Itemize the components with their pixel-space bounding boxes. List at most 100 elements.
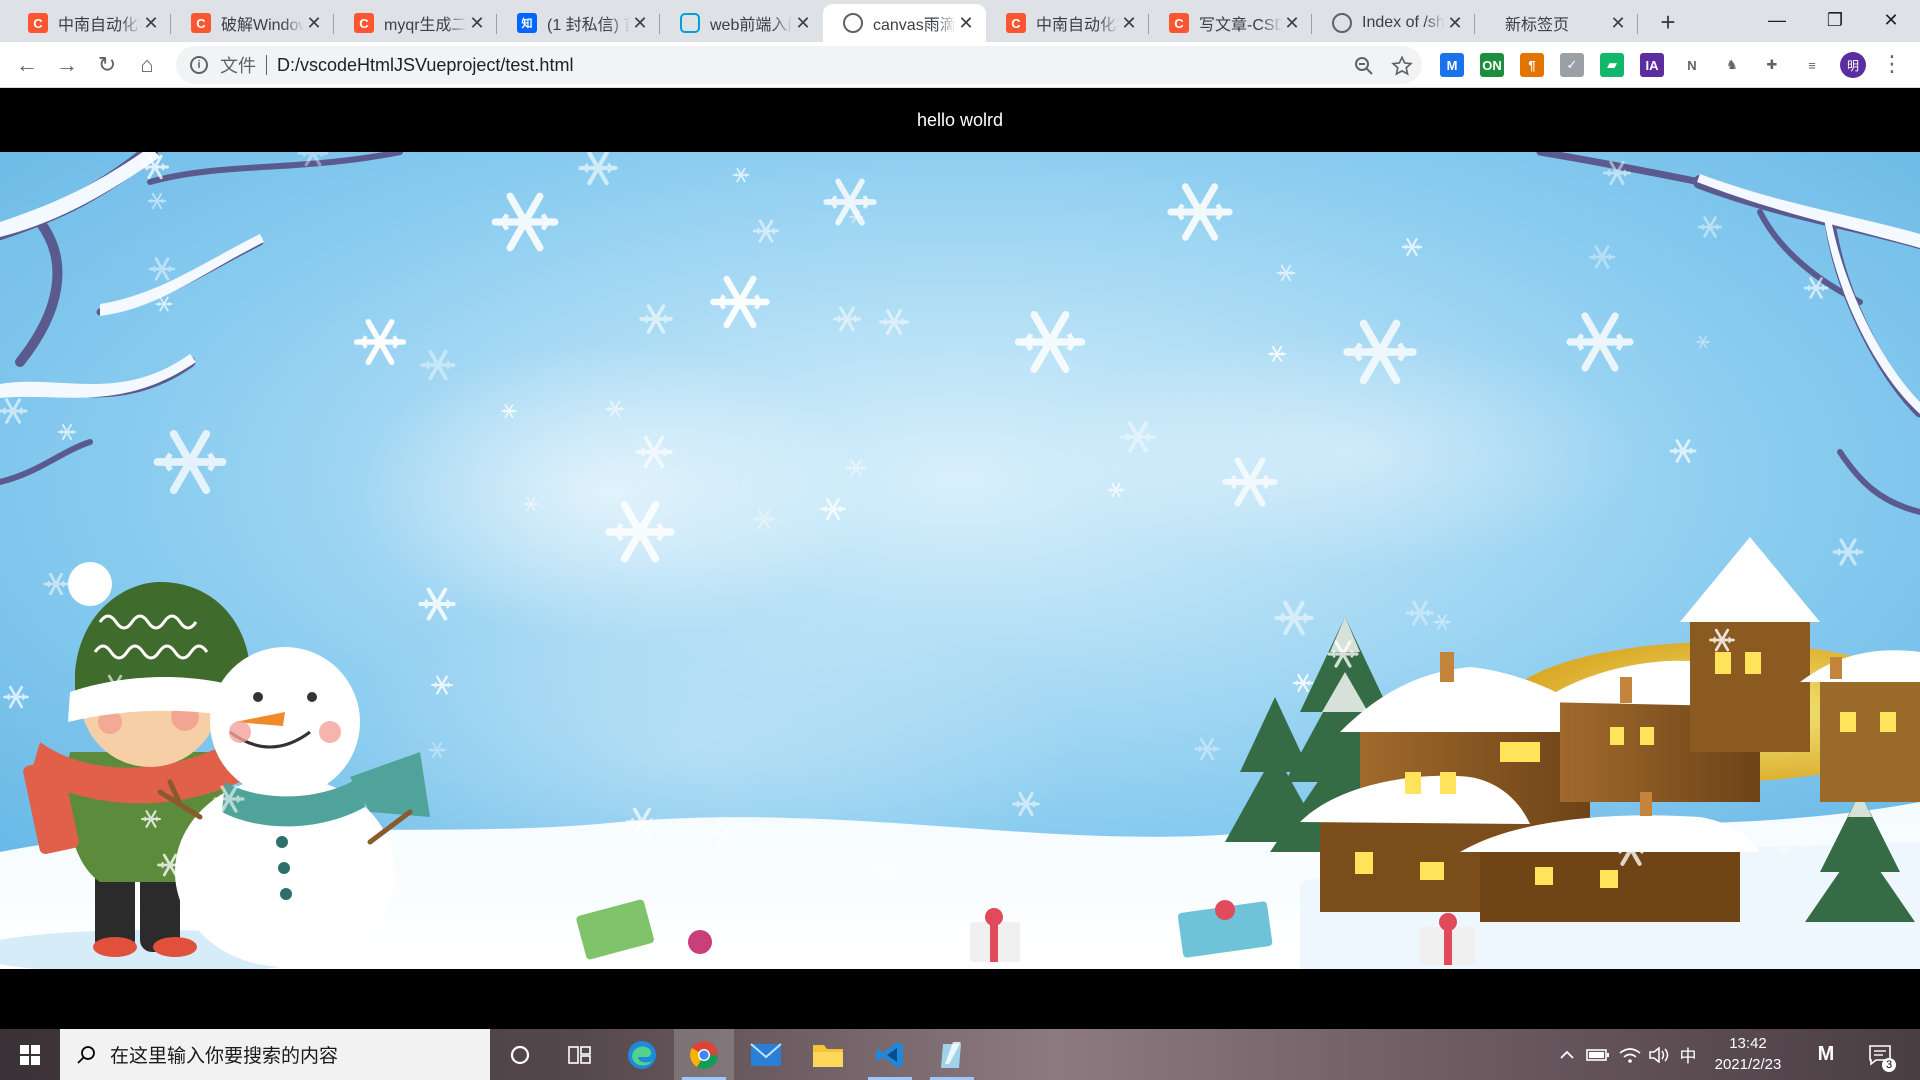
scheme-divider xyxy=(266,55,267,75)
puzzle-extension-icon[interactable]: ✚ xyxy=(1760,53,1784,77)
csdn-icon: C xyxy=(191,13,211,33)
site-info-icon[interactable]: i xyxy=(190,56,208,74)
m-extension-icon[interactable]: M xyxy=(1440,53,1464,77)
vscode-icon xyxy=(876,1041,903,1068)
green-extension-icon[interactable]: ▰ xyxy=(1600,53,1624,77)
volume-icon[interactable] xyxy=(1646,1029,1674,1080)
task-view-icon xyxy=(568,1045,591,1064)
tab-title: 新标签页 xyxy=(1505,17,1570,34)
media-control-icon[interactable]: ≡ xyxy=(1800,53,1824,77)
notion-extension-icon[interactable]: N xyxy=(1680,53,1704,77)
close-tab-icon[interactable]: ✕ xyxy=(304,13,324,34)
search-placeholder: 在这里输入你要搜索的内容 xyxy=(110,1046,339,1067)
forward-arrow-icon: → xyxy=(56,52,78,77)
taskbar-app-typora[interactable] xyxy=(922,1029,982,1080)
tab-title: 中南自动化学院 xyxy=(1036,17,1119,34)
cortana-button[interactable] xyxy=(490,1029,550,1080)
tab-strip: C中南自动化学院✕C破解Windows✕Cmyqr生成二维码✕知(1 封私信) … xyxy=(0,0,1920,42)
tab-3[interactable]: Cmyqr生成二维码✕ xyxy=(334,4,497,42)
back-arrow-icon: ← xyxy=(16,52,38,77)
tab-6[interactable]: canvas雨滴 ✕ xyxy=(823,4,986,42)
battery-icon[interactable] xyxy=(1584,1029,1612,1080)
close-tab-icon[interactable]: ✕ xyxy=(630,13,650,34)
close-window-button[interactable]: ✕ xyxy=(1862,0,1920,40)
close-tab-icon[interactable]: ✕ xyxy=(467,13,487,34)
paragraph-extension-icon[interactable]: ¶ xyxy=(1520,53,1544,77)
close-tab-icon[interactable]: ✕ xyxy=(956,13,976,34)
tab-title: (1 封私信) 首页 xyxy=(547,17,630,34)
star-icon[interactable] xyxy=(1390,54,1414,78)
url-text[interactable]: D:/vscodeHtmlJSVueproject/test.html xyxy=(277,55,573,76)
browser-menu-icon[interactable]: ⋮ xyxy=(1880,52,1904,78)
tab-4[interactable]: 知 (1 封私信) 首页✕ xyxy=(497,4,660,42)
folder-icon xyxy=(813,1044,843,1067)
taskbar-clock[interactable]: 13:42 2021/2/23 xyxy=(1700,1033,1796,1075)
taskbar-app-vscode[interactable] xyxy=(860,1029,920,1080)
taskbar-app-explorer[interactable] xyxy=(798,1029,858,1080)
csdn-icon: C xyxy=(1006,13,1026,33)
search-icon xyxy=(76,1045,96,1065)
address-bar[interactable]: i 文件 D:/vscodeHtmlJSVueproject/test.html xyxy=(176,46,1422,84)
profile-avatar[interactable]: 明 xyxy=(1840,52,1866,78)
tray-app-icon[interactable]: M xyxy=(1808,1029,1844,1080)
minimize-button[interactable]: — xyxy=(1748,0,1806,40)
back-button[interactable]: ← xyxy=(10,48,44,82)
taskbar-search-box[interactable]: 在这里输入你要搜索的内容 xyxy=(60,1029,490,1080)
tab-5[interactable]: web前端入门✕ xyxy=(660,4,823,42)
tab-9[interactable]: Index of /sh ✕ xyxy=(1312,4,1475,42)
bird-extension-icon[interactable]: ♞ xyxy=(1720,53,1744,77)
home-icon: ⌂ xyxy=(140,52,154,77)
ime-indicator[interactable]: 中 xyxy=(1674,1029,1702,1080)
tab-10[interactable]: 新标签页 ✕ xyxy=(1475,4,1638,42)
tab-title: myqr生成二维码 xyxy=(384,17,467,34)
csdn-icon: C xyxy=(354,13,374,33)
header-text: hello wolrd xyxy=(916,109,1004,130)
tab-title: web前端入门 xyxy=(710,17,793,34)
tab-title: 破解Windows xyxy=(221,17,304,34)
start-button[interactable] xyxy=(0,1029,60,1080)
task-view-button[interactable] xyxy=(550,1029,610,1080)
reload-button[interactable]: ↻ xyxy=(90,48,124,82)
clock-time: 13:42 xyxy=(1729,1035,1767,1052)
bilibili-icon xyxy=(680,13,700,33)
scheme-label: 文件 xyxy=(220,56,256,76)
reload-icon: ↻ xyxy=(97,52,117,77)
csdn-icon: C xyxy=(28,13,48,33)
close-tab-icon[interactable]: ✕ xyxy=(1608,13,1628,34)
tab-7[interactable]: C 中南自动化学院✕ xyxy=(986,4,1149,42)
tab-title: canvas雨滴 xyxy=(873,17,956,34)
taskbar-app-chrome[interactable] xyxy=(674,1029,734,1080)
tab-1[interactable]: C 中南自动化学院✕ xyxy=(8,4,171,42)
tab-title: Index of /sh xyxy=(1362,14,1445,31)
restore-button[interactable]: ❐ xyxy=(1806,0,1864,40)
edge-icon xyxy=(628,1040,656,1069)
close-tab-icon[interactable]: ✕ xyxy=(1119,13,1139,34)
tab-title: 写文章-CSDN xyxy=(1199,17,1282,34)
windows-logo-icon xyxy=(20,1044,40,1065)
windows-taskbar: 在这里输入你要搜索的内容 中 13:42 2021/2/23 M 3 xyxy=(0,1029,1920,1080)
tab-2[interactable]: C 破解Windows✕ xyxy=(171,4,334,42)
globe-icon xyxy=(1332,13,1352,33)
on-extension-icon[interactable]: ON xyxy=(1480,53,1504,77)
cortana-icon xyxy=(510,1045,530,1064)
ia-extension-icon[interactable]: IA xyxy=(1640,53,1664,77)
taskbar-app-edge[interactable] xyxy=(612,1029,672,1080)
tray-overflow-icon[interactable] xyxy=(1554,1029,1580,1080)
taskbar-app-mail[interactable] xyxy=(736,1029,796,1080)
wifi-icon[interactable] xyxy=(1616,1029,1644,1080)
close-tab-icon[interactable]: ✕ xyxy=(1282,13,1302,34)
new-tab-button[interactable]: + xyxy=(1652,6,1684,38)
zoom-out-icon[interactable] xyxy=(1352,54,1376,78)
browser-toolbar: ← → ↻ ⌂ i 文件 D:/vscodeHtmlJSVueproject/t… xyxy=(0,42,1920,88)
check-extension-icon[interactable]: ✓ xyxy=(1560,53,1584,77)
close-tab-icon[interactable]: ✕ xyxy=(1445,13,1465,34)
notification-center-button[interactable]: 3 xyxy=(1862,1029,1898,1080)
forward-button[interactable]: → xyxy=(50,48,84,82)
home-button[interactable]: ⌂ xyxy=(130,48,164,82)
clock-date: 2021/2/23 xyxy=(1714,1056,1782,1073)
chrome-icon xyxy=(690,1040,718,1069)
tab-title: 中南自动化学院 xyxy=(58,17,141,34)
close-tab-icon[interactable]: ✕ xyxy=(141,13,161,34)
close-tab-icon[interactable]: ✕ xyxy=(793,13,813,34)
tab-8[interactable]: C 写文章-CSDN✕ xyxy=(1149,4,1312,42)
